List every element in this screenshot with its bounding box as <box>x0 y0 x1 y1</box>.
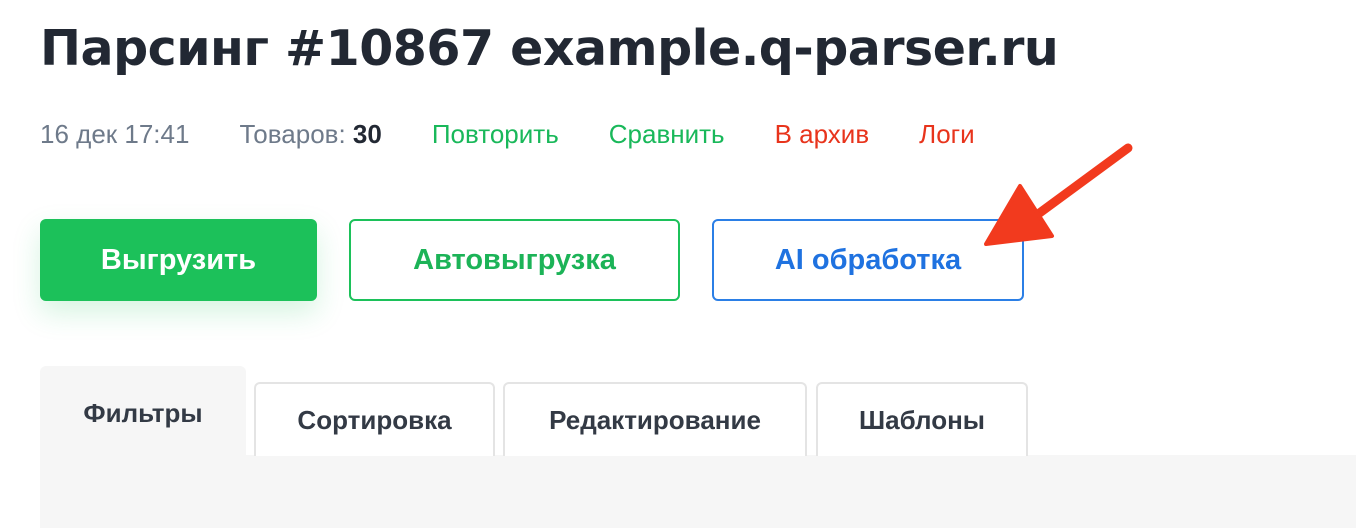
tab-filters[interactable]: Фильтры <box>40 366 246 456</box>
logs-link[interactable]: Логи <box>919 119 975 150</box>
auto-export-button[interactable]: Автовыгрузка <box>349 219 680 301</box>
compare-link[interactable]: Сравнить <box>609 119 725 150</box>
page-title: Парсинг #10867 example.q-parser.ru <box>40 20 1059 77</box>
tab-sorting[interactable]: Сортировка <box>254 382 495 456</box>
ai-processing-button[interactable]: AI обработка <box>712 219 1024 301</box>
tab-content-panel <box>40 455 1356 528</box>
tab-editing[interactable]: Редактирование <box>503 382 807 456</box>
archive-link[interactable]: В архив <box>775 119 870 150</box>
tab-templates[interactable]: Шаблоны <box>816 382 1028 456</box>
items-count-label: Товаров: <box>239 118 346 149</box>
parse-date: 16 дек 17:41 <box>40 118 190 149</box>
export-button[interactable]: Выгрузить <box>40 219 317 301</box>
items-count-value: 30 <box>352 118 382 149</box>
meta-row: 16 дек 17:41 Товаров: 30 Повторить Сравн… <box>40 117 975 151</box>
repeat-link[interactable]: Повторить <box>432 119 559 150</box>
items-count: Товаров: 30 <box>239 119 381 150</box>
